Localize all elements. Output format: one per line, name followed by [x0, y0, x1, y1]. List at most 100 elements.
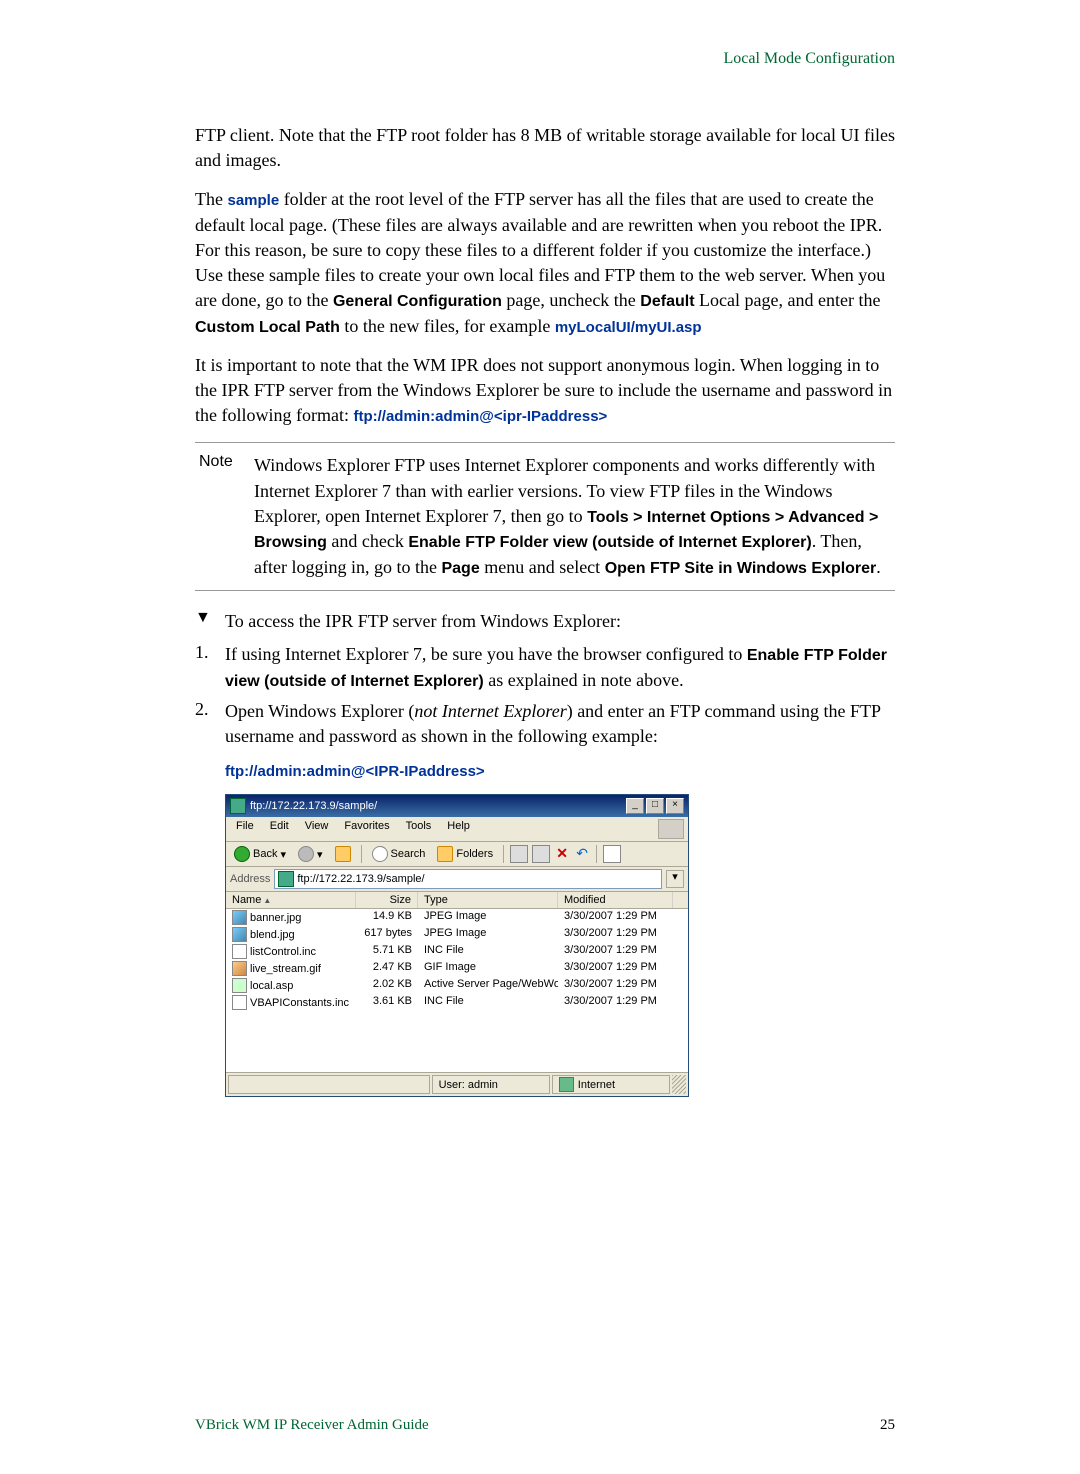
close-button[interactable]: ×: [666, 798, 684, 814]
menu-file[interactable]: File: [230, 819, 260, 839]
windows-logo-icon: [658, 819, 684, 839]
file-type: JPEG Image: [418, 926, 558, 943]
note-block: Note Windows Explorer FTP uses Internet …: [195, 442, 895, 591]
window-icon: [230, 798, 246, 814]
ftp-example-link: ftp://admin:admin@<IPR-IPaddress>: [225, 763, 895, 780]
page-number: 25: [880, 1417, 895, 1434]
menu-help[interactable]: Help: [441, 819, 476, 839]
file-icon: [232, 910, 247, 925]
footer-title: VBrick WM IP Receiver Admin Guide: [195, 1417, 429, 1434]
status-pane-1: [228, 1075, 430, 1094]
file-row[interactable]: local.asp2.02 KBActive Server Page/WebWo…: [226, 977, 688, 994]
minimize-button[interactable]: _: [626, 798, 644, 814]
step-1: 1. If using Internet Explorer 7, be sure…: [195, 642, 895, 693]
file-row[interactable]: VBAPIConstants.inc 3.61 KBINC File3/30/20…: [226, 994, 688, 1011]
forward-icon: [298, 846, 314, 862]
triangle-icon: ▼: [195, 609, 225, 634]
move-to-icon[interactable]: [532, 845, 550, 863]
file-row[interactable]: blend.jpg 617 bytesJPEG Image3/30/2007 1:…: [226, 926, 688, 943]
menu-favorites[interactable]: Favorites: [338, 819, 395, 839]
file-name: blend.jpg: [250, 929, 295, 941]
back-button[interactable]: Back ▾: [230, 845, 290, 863]
undo-icon[interactable]: ↶: [574, 846, 590, 862]
paragraph-3: It is important to note that the WM IPR …: [195, 353, 895, 429]
file-type: INC File: [418, 943, 558, 960]
status-user: User: admin: [432, 1075, 550, 1094]
column-name[interactable]: Name ▲: [226, 892, 356, 908]
file-modified: 3/30/2007 1:29 PM: [558, 994, 673, 1011]
file-size: 3.61 KB: [356, 994, 418, 1011]
file-size: 617 bytes: [356, 926, 418, 943]
titlebar: ftp://172.22.173.9/sample/ _ □ ×: [226, 795, 688, 817]
copy-to-icon[interactable]: [510, 845, 528, 863]
ftp-format: ftp://admin:admin@<ipr-IPaddress>: [353, 408, 607, 425]
file-row[interactable]: live_stream.gif 2.47 KBGIF Image3/30/2007…: [226, 960, 688, 977]
file-name: local.asp: [250, 980, 293, 992]
views-icon[interactable]: [603, 845, 621, 863]
file-icon: [232, 978, 247, 993]
file-modified: 3/30/2007 1:29 PM: [558, 909, 673, 926]
file-modified: 3/30/2007 1:29 PM: [558, 926, 673, 943]
file-size: 2.47 KB: [356, 960, 418, 977]
file-modified: 3/30/2007 1:29 PM: [558, 977, 673, 994]
addressbar: Address ftp://172.22.173.9/sample/ ▾: [226, 867, 688, 892]
column-type[interactable]: Type: [418, 892, 558, 908]
address-icon: [278, 871, 294, 887]
delete-icon[interactable]: ✕: [554, 846, 570, 862]
address-dropdown-icon[interactable]: ▾: [666, 870, 684, 888]
file-name: VBAPIConstants.inc: [250, 997, 349, 1009]
column-modified[interactable]: Modified: [558, 892, 673, 908]
file-name: banner.jpg: [250, 912, 301, 924]
file-row[interactable]: listControl.inc 5.71 KBINC File3/30/2007 …: [226, 943, 688, 960]
note-label: Note: [199, 453, 254, 580]
back-icon: [234, 846, 250, 862]
file-name: live_stream.gif: [250, 963, 321, 975]
paragraph-1: FTP client. Note that the FTP root folde…: [195, 123, 895, 173]
maximize-button[interactable]: □: [646, 798, 664, 814]
file-type: GIF Image: [418, 960, 558, 977]
file-icon: [232, 961, 247, 976]
menu-tools[interactable]: Tools: [400, 819, 438, 839]
up-button[interactable]: [331, 845, 355, 863]
paragraph-2: The sample folder at the root level of t…: [195, 187, 895, 339]
search-button[interactable]: Search: [368, 845, 430, 863]
menu-view[interactable]: View: [299, 819, 335, 839]
up-icon: [335, 846, 351, 862]
file-modified: 3/30/2007 1:29 PM: [558, 943, 673, 960]
file-listview: Name ▲ Size Type Modified banner.jpg 14.9…: [226, 892, 688, 1072]
file-modified: 3/30/2007 1:29 PM: [558, 960, 673, 977]
statusbar: User: admin Internet: [226, 1072, 688, 1096]
step-2: 2. Open Windows Explorer (not Internet E…: [195, 699, 895, 749]
menubar: File Edit View Favorites Tools Help: [226, 817, 688, 842]
address-value: ftp://172.22.173.9/sample/: [297, 873, 424, 885]
procedure-heading: ▼ To access the IPR FTP server from Wind…: [195, 609, 895, 634]
file-size: 2.02 KB: [356, 977, 418, 994]
file-row[interactable]: banner.jpg 14.9 KBJPEG Image3/30/2007 1:2…: [226, 909, 688, 926]
sort-asc-icon: ▲: [263, 896, 271, 905]
file-size: 5.71 KB: [356, 943, 418, 960]
folders-button[interactable]: Folders: [433, 845, 497, 863]
column-size[interactable]: Size: [356, 892, 418, 908]
internet-icon: [559, 1077, 574, 1092]
file-name: listControl.inc: [250, 946, 316, 958]
header-section: Local Mode Configuration: [195, 50, 895, 68]
file-icon: [232, 995, 247, 1010]
toolbar: Back ▾ ▾ Search Folders ✕ ↶: [226, 842, 688, 867]
address-label: Address: [230, 873, 270, 885]
folders-icon: [437, 846, 453, 862]
sample-code: sample: [227, 192, 279, 209]
file-type: INC File: [418, 994, 558, 1011]
page-footer: VBrick WM IP Receiver Admin Guide 25: [195, 1417, 895, 1434]
list-header: Name ▲ Size Type Modified: [226, 892, 688, 909]
forward-button[interactable]: ▾: [294, 845, 327, 863]
resize-grip-icon[interactable]: [672, 1075, 686, 1094]
menu-edit[interactable]: Edit: [264, 819, 295, 839]
file-icon: [232, 944, 247, 959]
file-size: 14.9 KB: [356, 909, 418, 926]
explorer-window: ftp://172.22.173.9/sample/ _ □ × File Ed…: [225, 794, 689, 1097]
status-zone: Internet: [552, 1075, 670, 1094]
window-title: ftp://172.22.173.9/sample/: [250, 800, 377, 812]
address-field[interactable]: ftp://172.22.173.9/sample/: [274, 869, 662, 889]
file-type: JPEG Image: [418, 909, 558, 926]
note-content: Windows Explorer FTP uses Internet Explo…: [254, 453, 891, 580]
